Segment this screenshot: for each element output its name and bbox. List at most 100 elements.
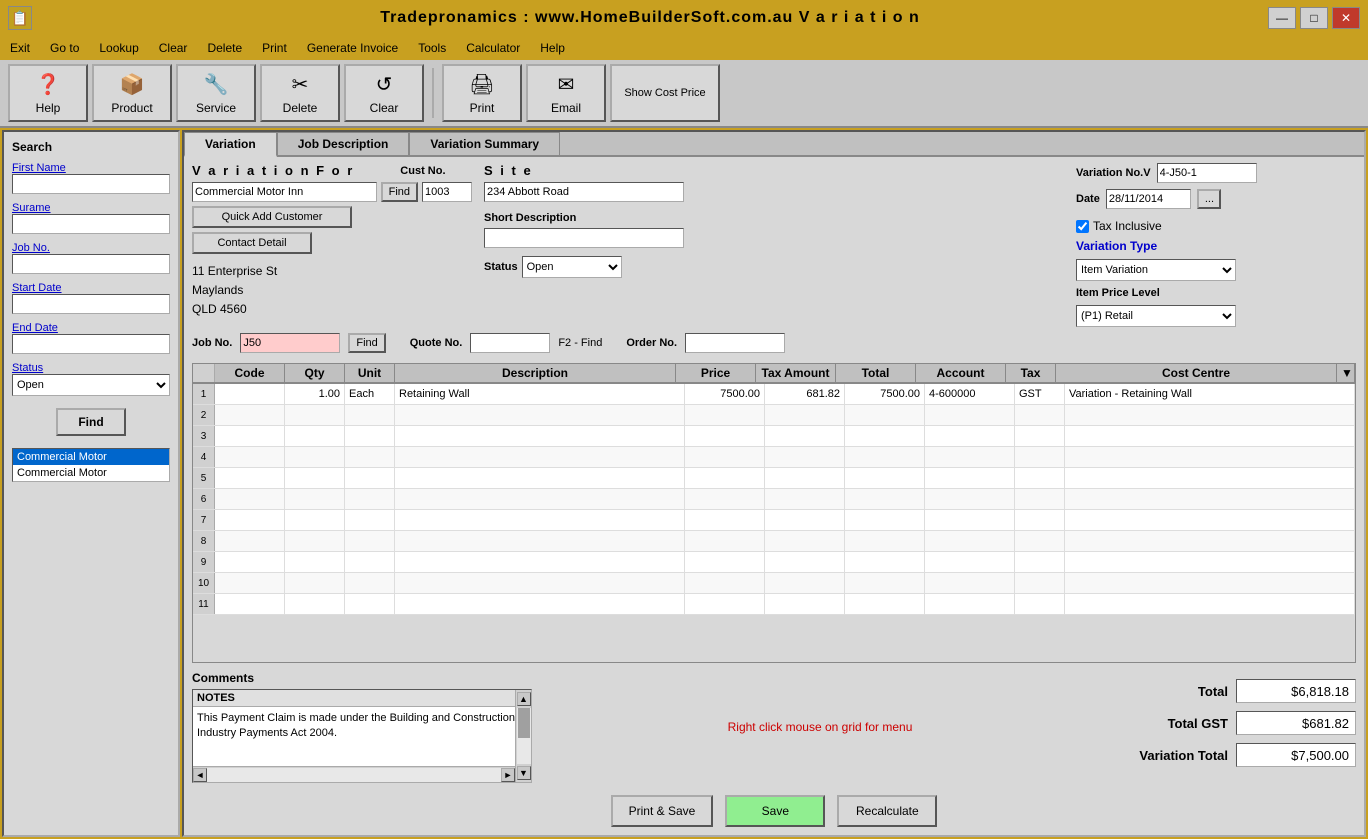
table-row[interactable]: 7	[193, 510, 1355, 531]
table-row[interactable]: 3	[193, 426, 1355, 447]
status-form-select[interactable]: Open Closed	[522, 256, 622, 278]
cell-code[interactable]	[215, 594, 285, 614]
service-button[interactable]: 🔧 Service	[176, 64, 256, 122]
print-button[interactable]: 🖨 Print	[442, 64, 522, 122]
table-row[interactable]: 2	[193, 405, 1355, 426]
cell-code[interactable]	[215, 405, 285, 425]
tab-variation-summary[interactable]: Variation Summary	[409, 132, 560, 155]
job-find-button[interactable]: Find	[348, 333, 385, 353]
cell-total	[845, 510, 925, 530]
menu-generate-invoice[interactable]: Generate Invoice	[301, 39, 404, 57]
print-save-button[interactable]: Print & Save	[611, 795, 714, 827]
cell-code[interactable]	[215, 573, 285, 593]
cell-code[interactable]	[215, 489, 285, 509]
first-name-input[interactable]	[12, 174, 170, 194]
cell-price	[685, 531, 765, 551]
end-date-input[interactable]	[12, 334, 170, 354]
cell-code[interactable]	[215, 468, 285, 488]
minimize-button[interactable]: —	[1268, 7, 1296, 29]
search-find-button[interactable]: Find	[56, 408, 126, 436]
delete-button[interactable]: ✂ Delete	[260, 64, 340, 122]
product-button[interactable]: 📦 Product	[92, 64, 172, 122]
table-row[interactable]: 10	[193, 573, 1355, 594]
close-button[interactable]: ✕	[1332, 7, 1360, 29]
menu-clear[interactable]: Clear	[153, 39, 194, 57]
customer-find-button[interactable]: Find	[381, 182, 418, 202]
tab-job-description[interactable]: Job Description	[277, 132, 410, 155]
job-no-label[interactable]: Job No.	[12, 242, 170, 254]
help-button[interactable]: ❓ Help	[8, 64, 88, 122]
table-row[interactable]: 9	[193, 552, 1355, 573]
save-button[interactable]: Save	[725, 795, 825, 827]
header-account: Account	[916, 364, 1006, 382]
table-row[interactable]: 4	[193, 447, 1355, 468]
cell-code[interactable]	[215, 384, 285, 404]
first-name-label[interactable]: First Name	[12, 162, 170, 174]
cell-code[interactable]	[215, 531, 285, 551]
cust-no-input[interactable]	[422, 182, 472, 202]
end-date-section: End Date	[12, 322, 170, 354]
menu-delete[interactable]: Delete	[201, 39, 248, 57]
menu-lookup[interactable]: Lookup	[93, 39, 144, 57]
status-select[interactable]: Open Closed	[12, 374, 170, 396]
scroll-right-btn[interactable]: ►	[501, 768, 515, 782]
cell-code[interactable]	[215, 447, 285, 467]
search-result-0[interactable]: Commercial Motor	[13, 449, 169, 465]
cell-code[interactable]	[215, 510, 285, 530]
cell-cost-centre	[1065, 447, 1355, 467]
cell-unit	[345, 552, 395, 572]
service-icon: 🔧	[204, 72, 229, 97]
tax-inclusive-checkbox[interactable]	[1076, 220, 1089, 233]
scroll-thumb-v[interactable]	[518, 708, 530, 738]
tax-inclusive-label[interactable]: Tax Inclusive	[1076, 219, 1162, 233]
recalculate-button[interactable]: Recalculate	[837, 795, 937, 827]
table-row[interactable]: 1 1.00 Each Retaining Wall 7500.00 681.8…	[193, 384, 1355, 405]
menu-print[interactable]: Print	[256, 39, 293, 57]
surname-label[interactable]: Surame	[12, 202, 170, 214]
quick-add-customer-button[interactable]: Quick Add Customer	[192, 206, 352, 228]
delete-label: Delete	[283, 101, 318, 115]
start-date-label[interactable]: Start Date	[12, 282, 170, 294]
variation-type-select[interactable]: Item Variation	[1076, 259, 1236, 281]
job-no-input[interactable]	[12, 254, 170, 274]
table-row[interactable]: 11	[193, 594, 1355, 615]
cell-total	[845, 489, 925, 509]
table-row[interactable]: 5	[193, 468, 1355, 489]
maximize-button[interactable]: □	[1300, 7, 1328, 29]
search-result-1[interactable]: Commercial Motor	[13, 465, 169, 481]
surname-input[interactable]	[12, 214, 170, 234]
show-cost-price-button[interactable]: Show Cost Price	[610, 64, 720, 122]
table-row[interactable]: 6	[193, 489, 1355, 510]
order-no-input[interactable]	[685, 333, 785, 353]
job-no-form-input[interactable]	[240, 333, 340, 353]
email-button[interactable]: ✉ Email	[526, 64, 606, 122]
item-price-level-select[interactable]: (P1) Retail	[1076, 305, 1236, 327]
scroll-left-btn[interactable]: ◄	[193, 768, 207, 782]
clear-button[interactable]: ↺ Clear	[344, 64, 424, 122]
start-date-input[interactable]	[12, 294, 170, 314]
menu-calculator[interactable]: Calculator	[460, 39, 526, 57]
scroll-up-btn[interactable]: ▲	[517, 692, 531, 706]
menu-exit[interactable]: Exit	[4, 39, 36, 57]
menu-tools[interactable]: Tools	[412, 39, 452, 57]
cell-price	[685, 426, 765, 446]
table-row[interactable]: 8	[193, 531, 1355, 552]
tab-variation[interactable]: Variation	[184, 132, 277, 157]
date-input[interactable]	[1106, 189, 1191, 209]
quote-no-input[interactable]	[470, 333, 550, 353]
cell-code[interactable]	[215, 552, 285, 572]
cell-code[interactable]	[215, 426, 285, 446]
job-no-section: Job No.	[12, 242, 170, 274]
end-date-label[interactable]: End Date	[12, 322, 170, 334]
email-icon: ✉	[558, 72, 575, 97]
contact-detail-button[interactable]: Contact Detail	[192, 232, 312, 254]
date-picker-button[interactable]: ...	[1197, 189, 1221, 209]
variation-no-input[interactable]	[1157, 163, 1257, 183]
cell-description	[395, 426, 685, 446]
customer-name-input[interactable]	[192, 182, 377, 202]
short-desc-input[interactable]	[484, 228, 684, 248]
menu-goto[interactable]: Go to	[44, 39, 85, 57]
scroll-down-btn[interactable]: ▼	[517, 766, 531, 780]
menu-help[interactable]: Help	[534, 39, 571, 57]
site-address-input[interactable]	[484, 182, 684, 202]
